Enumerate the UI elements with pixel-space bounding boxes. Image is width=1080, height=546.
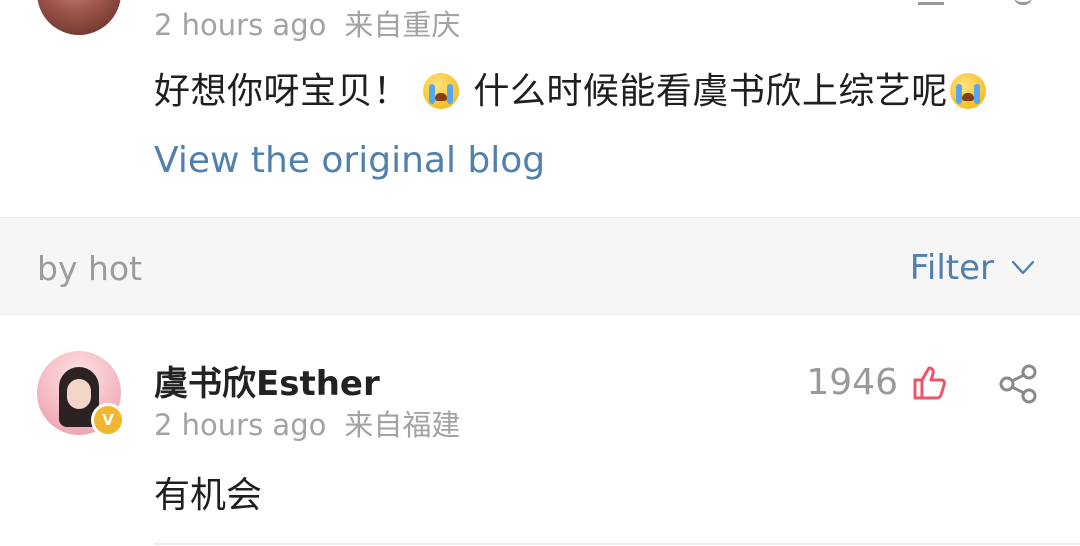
comment-location: 来自重庆 [344, 8, 461, 42]
divider [154, 543, 1080, 545]
crying-face-icon [423, 73, 460, 109]
comment-text: 有机会 [154, 475, 263, 516]
comment-text-part: 好想你呀宝贝！ [154, 71, 410, 112]
sort-bar: by hot Filter [0, 217, 1080, 315]
thumbs-up-icon [913, 366, 946, 399]
avatar-face [67, 379, 91, 409]
crying-face-icon [949, 73, 986, 109]
filter-button[interactable]: Filter [910, 248, 1034, 288]
comment-time: 2 hours ago [154, 8, 327, 42]
like-count: 1946 [806, 362, 898, 403]
avatar[interactable] [37, 0, 121, 35]
comment-text-part: 什么时候能看虞书欣上综艺呢 [473, 71, 948, 112]
sort-label: by hot [37, 249, 143, 288]
comment-time: 2 hours ago [154, 408, 327, 442]
share-icon[interactable] [998, 364, 1040, 404]
comment-action-icon[interactable] [918, 0, 944, 5]
view-original-blog-link[interactable]: View the original blog [154, 140, 545, 181]
like-button[interactable]: 1946 [806, 362, 948, 403]
filter-label: Filter [909, 248, 994, 288]
comment-meta: 2 hours ago 来自重庆 [154, 2, 460, 44]
verified-badge: V [91, 403, 125, 437]
comment-text: 好想你呀宝贝！ 什么时候能看虞书欣上综艺呢 [154, 62, 988, 114]
chevron-down-icon [1012, 261, 1034, 275]
comment-meta: 2 hours ago 来自福建 [154, 402, 460, 444]
comment-action-icon[interactable] [1014, 0, 1032, 5]
avatar[interactable]: V [37, 351, 125, 437]
comment-author[interactable]: 虞书欣Esther [154, 356, 380, 405]
comment-location: 来自福建 [344, 408, 461, 442]
